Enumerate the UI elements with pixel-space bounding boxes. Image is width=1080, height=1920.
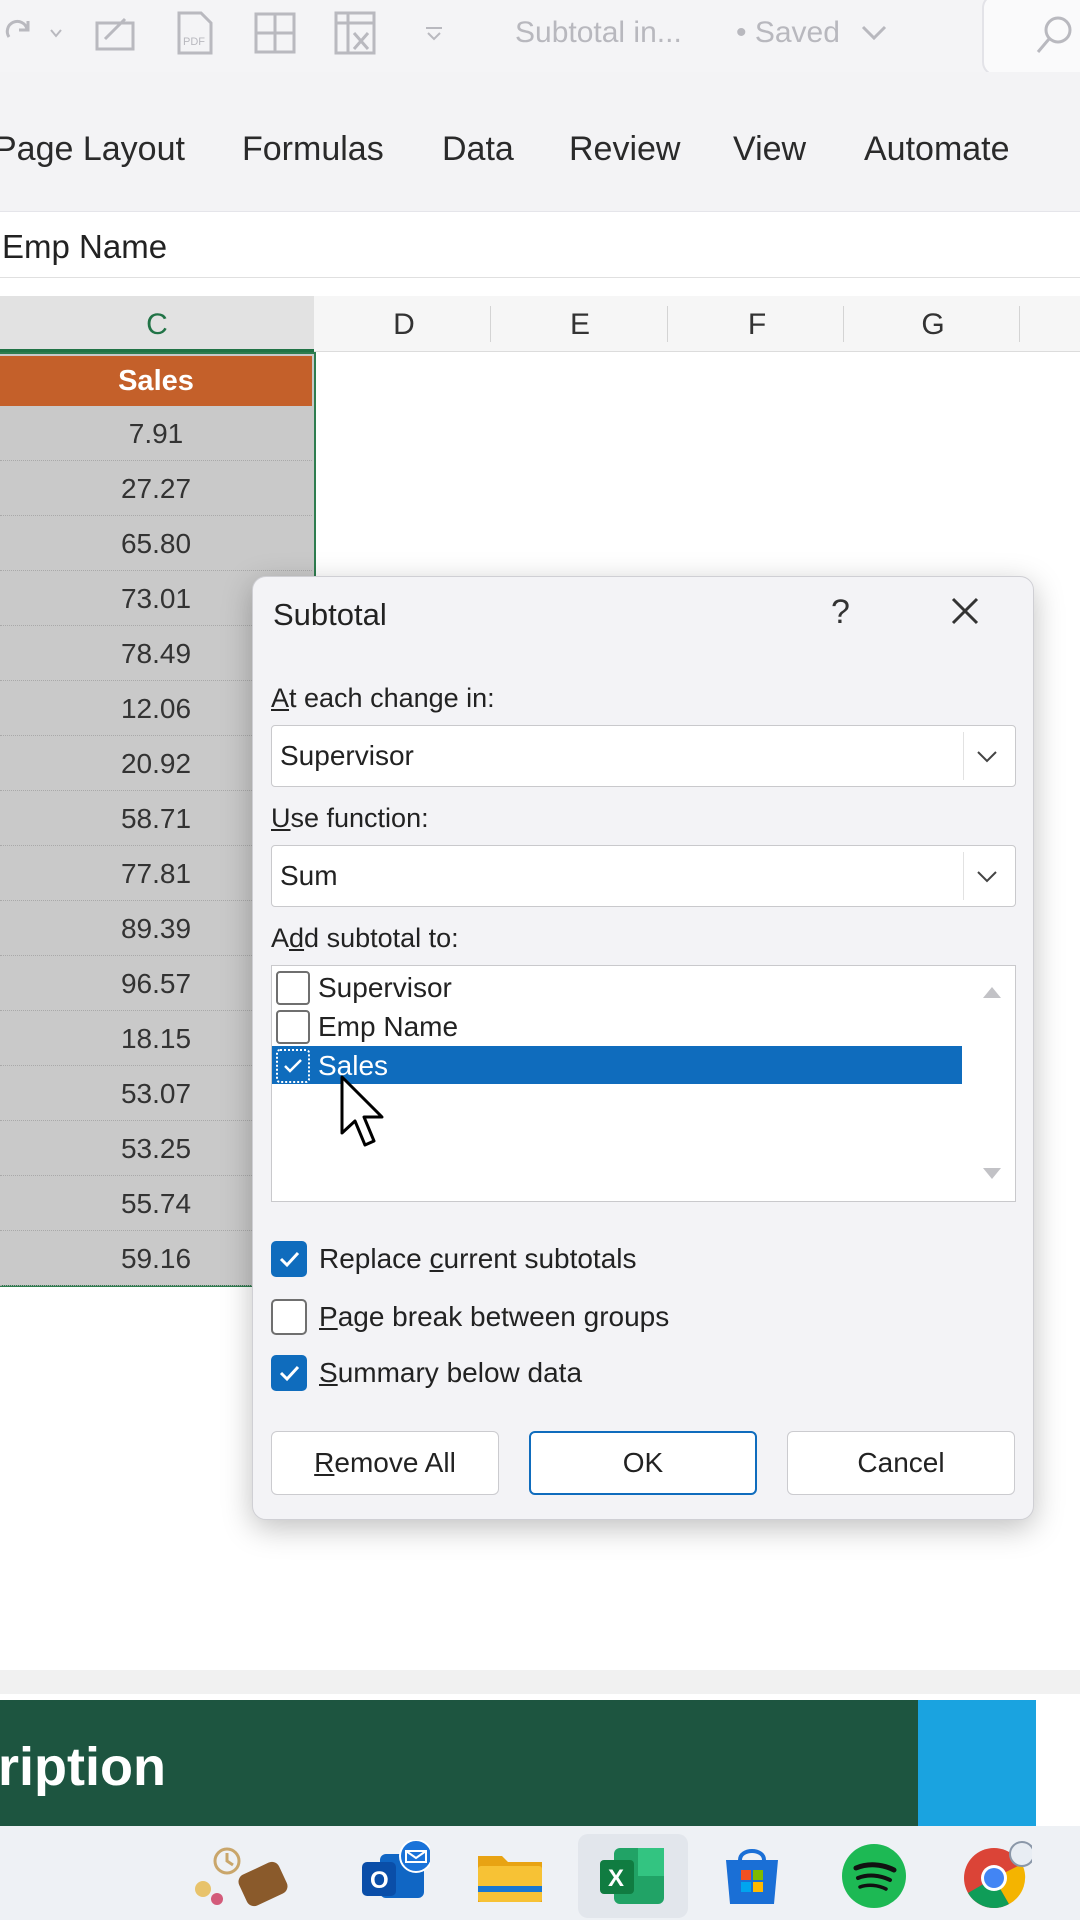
tab-page-layout[interactable]: Page Layout (0, 130, 185, 169)
change-in-label: At each change in: (271, 683, 495, 713)
redo-icon[interactable] (0, 10, 42, 56)
ok-button[interactable]: OK (529, 1431, 757, 1495)
summary-below-label: Summary below data (319, 1357, 583, 1388)
use-function-label: Use function: (271, 803, 429, 833)
replace-subtotals-label: Replace current subtotals (319, 1243, 637, 1274)
status-bar (0, 1670, 1080, 1694)
borders-icon[interactable] (252, 10, 298, 56)
formula-bar-value: Emp Name (2, 228, 168, 265)
use-function-value: Sum (280, 860, 338, 891)
check-icon (279, 1365, 300, 1382)
subtotal-dialog: Subtotal ? At each change in: Supervisor… (252, 576, 1034, 1520)
column-header-c[interactable]: C (127, 308, 187, 342)
tab-data[interactable]: Data (442, 130, 514, 169)
column-header-g[interactable]: G (903, 308, 963, 342)
pdf-icon[interactable]: PDF (172, 10, 218, 56)
checkbox[interactable] (276, 971, 310, 1005)
column-header-d[interactable]: D (374, 308, 434, 342)
tab-formulas[interactable]: Formulas (242, 130, 384, 169)
chevron-down-icon[interactable] (860, 22, 888, 47)
checkbox[interactable] (276, 1010, 310, 1044)
tab-review[interactable]: Review (569, 130, 680, 169)
add-subtotal-label: Add subtotal to: (271, 923, 459, 953)
ribbon-tabs: Page Layout Formulas Data Review View Au… (0, 72, 1080, 212)
sales-cell[interactable]: 7.91 (0, 406, 312, 461)
svg-text:O: O (370, 1867, 389, 1894)
help-button[interactable]: ? (831, 593, 850, 632)
sales-cell[interactable]: 27.27 (0, 461, 312, 516)
microsoft-store-icon[interactable] (716, 1840, 788, 1912)
list-item-label: Supervisor (318, 972, 452, 1003)
page-break-option[interactable]: Page break between groups (271, 1297, 771, 1337)
check-icon (284, 1059, 302, 1073)
change-in-value: Supervisor (280, 740, 414, 771)
summary-below-checkbox[interactable] (271, 1355, 307, 1391)
file-explorer-icon[interactable] (474, 1840, 546, 1912)
taskbar: O X (0, 1826, 1080, 1920)
tab-view[interactable]: View (733, 130, 806, 169)
customize-qat-icon[interactable] (414, 10, 454, 56)
replace-subtotals-checkbox[interactable] (271, 1241, 307, 1277)
chevron-down-icon[interactable] (38, 10, 74, 56)
scroll-down-icon[interactable] (981, 1166, 1003, 1187)
column-divider[interactable] (667, 306, 668, 342)
list-item-emp-name[interactable]: Emp Name (272, 1007, 962, 1045)
sales-header-cell[interactable]: Sales (0, 356, 312, 406)
remove-all-button[interactable]: Remove All (271, 1431, 499, 1495)
cancel-button[interactable]: Cancel (787, 1431, 1015, 1495)
page-break-checkbox[interactable] (271, 1299, 307, 1335)
chevron-down-icon[interactable] (963, 852, 1009, 900)
search-icon[interactable] (1034, 14, 1076, 61)
tab-automate[interactable]: Automate (864, 130, 1010, 169)
sales-cell[interactable]: 65.80 (0, 516, 312, 571)
page-break-label: Page break between groups (319, 1301, 670, 1332)
use-function-dropdown[interactable]: Sum (271, 845, 1016, 907)
formula-bar[interactable]: Emp Name (0, 214, 1080, 278)
caption-text: ription (0, 1737, 166, 1797)
column-headers: C D E F G (0, 296, 1080, 352)
quick-access-toolbar: PDF Subtotal in... • Saved (0, 0, 1080, 76)
change-in-dropdown[interactable]: Supervisor (271, 725, 1016, 787)
replace-subtotals-option[interactable]: Replace current subtotals (271, 1239, 771, 1279)
list-item-label: Emp Name (318, 1011, 459, 1042)
column-header-f[interactable]: F (727, 308, 787, 342)
chevron-down-icon[interactable] (963, 732, 1009, 780)
widgets-icon[interactable] (186, 1840, 306, 1912)
caption-banner-accent (918, 1700, 1036, 1826)
excel-icon[interactable]: X (596, 1840, 668, 1912)
summary-below-option[interactable]: Summary below data (271, 1353, 771, 1393)
chrome-icon[interactable] (960, 1840, 1032, 1912)
mouse-pointer-icon (340, 1075, 390, 1156)
check-icon (279, 1251, 300, 1268)
column-divider[interactable] (843, 306, 844, 342)
clear-table-icon[interactable] (332, 10, 378, 56)
signature-icon[interactable] (94, 10, 140, 56)
scroll-up-icon[interactable] (981, 984, 1003, 1005)
saved-status[interactable]: • Saved (736, 16, 840, 50)
list-item-supervisor[interactable]: Supervisor (272, 968, 962, 1006)
column-header-e[interactable]: E (550, 308, 610, 342)
checkbox-checked[interactable] (276, 1049, 310, 1083)
svg-text:PDF: PDF (183, 36, 205, 48)
svg-text:X: X (608, 1865, 624, 1892)
outlook-icon[interactable]: O (358, 1840, 430, 1912)
column-divider[interactable] (1019, 306, 1020, 342)
spotify-icon[interactable] (838, 1840, 910, 1912)
column-divider[interactable] (490, 306, 491, 342)
document-title[interactable]: Subtotal in... (515, 16, 682, 50)
close-icon[interactable] (947, 593, 987, 633)
dialog-title: Subtotal (273, 597, 387, 632)
